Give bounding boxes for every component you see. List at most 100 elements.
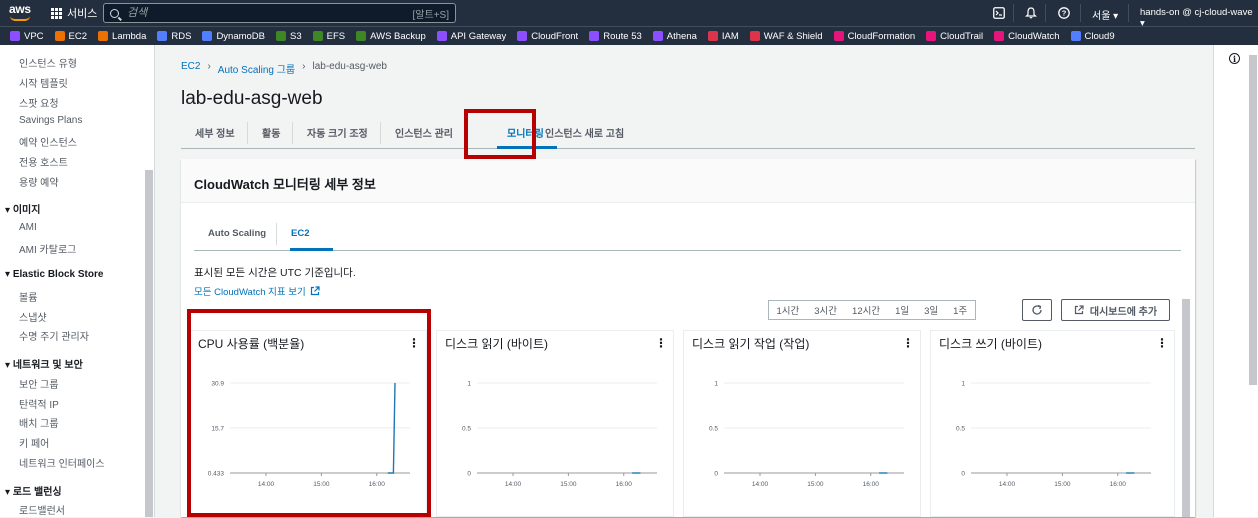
time-range-1w[interactable]: 1주 <box>946 303 975 317</box>
favorite-cloudfront[interactable]: CloudFront <box>517 31 578 42</box>
time-range-1d[interactable]: 1일 <box>888 303 917 317</box>
service-icon <box>436 31 447 41</box>
favorite-route-53[interactable]: Route 53 <box>589 31 642 42</box>
x-tick-label: 16:00 <box>1110 481 1127 488</box>
service-icon <box>707 31 718 41</box>
favorite-lambda[interactable]: Lambda <box>98 31 146 42</box>
tab-automatic-scaling[interactable]: 자동 크기 조정 <box>307 125 368 140</box>
add-to-dashboard-label: 대시보드에 추가 <box>1089 306 1158 318</box>
favorite-label: Cloud9 <box>1084 30 1115 42</box>
favorite-s3[interactable]: S3 <box>276 31 302 42</box>
info-icon[interactable]: i <box>1229 53 1240 64</box>
search-input[interactable] <box>127 7 387 19</box>
sidebar-item-capacity-reservations[interactable]: 용량 예약 <box>19 174 59 189</box>
favorite-efs[interactable]: EFS <box>312 31 345 42</box>
sidebar-item-reserved-instances[interactable]: 예약 인스턴스 <box>19 134 77 149</box>
time-range-3d[interactable]: 3일 <box>917 303 946 317</box>
subtab-auto-scaling[interactable]: Auto Scaling <box>208 228 266 239</box>
tab-details[interactable]: 세부 정보 <box>195 125 235 140</box>
breadcrumb-current: lab-edu-asg-web <box>312 61 387 72</box>
bell-icon[interactable] <box>1022 4 1040 22</box>
favorite-label: WAF & Shield <box>763 30 823 42</box>
y-tick-label: 1 <box>467 381 471 388</box>
service-icon <box>356 31 367 41</box>
favorite-ec2[interactable]: EC2 <box>54 31 87 42</box>
favorite-label: CloudFront <box>531 30 579 42</box>
page-scrollbar[interactable] <box>1249 55 1257 385</box>
breadcrumb-asg[interactable]: Auto Scaling 그룹 <box>218 61 295 76</box>
favorite-vpc[interactable]: VPC <box>10 31 44 42</box>
panel-title: CloudWatch 모니터링 세부 정보 <box>181 159 1195 203</box>
favorite-aws-backup[interactable]: AWS Backup <box>356 31 426 42</box>
tab-instance-refresh[interactable]: 인스턴스 새로 고침 <box>545 125 624 140</box>
breadcrumb-ec2[interactable]: EC2 <box>181 61 200 76</box>
sidebar-item-elastic-ips[interactable]: 탄력적 IP <box>19 396 59 411</box>
kebab-menu-icon[interactable]: ⋮ <box>1156 336 1168 350</box>
sidebar-section-network-security[interactable]: ▾ 네트워크 및 보안 <box>5 356 83 371</box>
favorite-rds[interactable]: RDS <box>157 31 191 42</box>
widgets-scrollbar[interactable] <box>1182 299 1190 517</box>
sidebar-item-savings-plans[interactable]: Savings Plans <box>19 115 82 126</box>
y-tick-label: 0 <box>467 471 471 478</box>
sidebar-item-snapshots[interactable]: 스냅샷 <box>19 309 47 324</box>
favorite-iam[interactable]: IAM <box>707 31 739 42</box>
kebab-menu-icon[interactable]: ⋮ <box>655 336 667 350</box>
search-icon <box>110 8 119 18</box>
sidebar-section-ebs[interactable]: ▾ Elastic Block Store <box>5 269 103 280</box>
time-range-1h[interactable]: 1시간 <box>769 303 807 317</box>
services-menu-button[interactable]: 서비스 <box>51 5 97 21</box>
sidebar-item-dedicated-hosts[interactable]: 전용 호스트 <box>19 154 68 169</box>
favorite-cloudwatch[interactable]: CloudWatch <box>994 31 1060 42</box>
sidebar-item-placement-groups[interactable]: 배치 그룹 <box>19 415 59 430</box>
sidebar-item-security-groups[interactable]: 보안 그룹 <box>19 376 59 391</box>
cloudwatch-metrics-link[interactable]: 모든 CloudWatch 지표 보기 <box>194 284 320 298</box>
sidebar-section-load-balancing[interactable]: ▾ 로드 밸런싱 <box>5 483 62 498</box>
sidebar-item-load-balancers[interactable]: 로드밸런서 <box>19 502 65 517</box>
refresh-button[interactable] <box>1022 299 1052 321</box>
tab-instance-management[interactable]: 인스턴스 관리 <box>395 125 453 140</box>
disk-write-bytes-chart: 1 0.5 0 14:00 15:00 16:00 <box>956 381 1151 488</box>
sidebar-item-key-pairs[interactable]: 키 페어 <box>19 435 49 450</box>
sidebar-item-network-interfaces[interactable]: 네트워크 인터페이스 <box>19 455 105 470</box>
sidebar-scrollbar[interactable] <box>145 170 153 517</box>
time-range-3h[interactable]: 3시간 <box>807 303 845 317</box>
help-icon[interactable]: ? <box>1055 4 1073 22</box>
favorite-cloudtrail[interactable]: CloudTrail <box>926 31 983 42</box>
favorite-dynamodb[interactable]: DynamoDB <box>202 31 265 42</box>
add-to-dashboard-button[interactable]: 대시보드에 추가 <box>1061 299 1170 321</box>
sidebar-item-lifecycle-manager[interactable]: 수명 주기 관리자 <box>19 328 89 343</box>
sidebar-item-volumes[interactable]: 볼륨 <box>19 289 37 304</box>
aws-logo[interactable]: aws <box>9 3 33 23</box>
region-selector[interactable]: 서울 ▾ <box>1092 7 1118 22</box>
widget-disk-read-bytes: 디스크 읽기 (바이트) ⋮ 1 0.5 0 14:00 15:00 16:00 <box>436 330 674 517</box>
favorite-label: Athena <box>666 30 697 42</box>
widget-title: 디스크 읽기 작업 (작업) <box>692 337 810 351</box>
time-range-12h[interactable]: 12시간 <box>845 303 888 317</box>
favorite-label: DynamoDB <box>216 30 266 42</box>
sidebar-item-instance-types[interactable]: 인스턴스 유형 <box>19 55 77 70</box>
external-link-icon <box>1074 305 1084 315</box>
tab-activity[interactable]: 활동 <box>262 125 280 140</box>
favorite-api-gateway[interactable]: API Gateway <box>436 31 506 42</box>
subtab-ec2[interactable]: EC2 <box>291 228 309 239</box>
y-tick-label: 0.5 <box>462 426 471 433</box>
x-tick-label: 14:00 <box>505 481 522 488</box>
favorite-cloudformation[interactable]: CloudFormation <box>833 31 915 42</box>
favorite-label: RDS <box>171 30 192 42</box>
kebab-menu-icon[interactable]: ⋮ <box>902 336 914 350</box>
sidebar-item-spot-requests[interactable]: 스팟 요청 <box>19 95 59 110</box>
sidebar-item-ami[interactable]: AMI <box>19 222 37 233</box>
sidebar-section-images[interactable]: ▾ 이미지 <box>5 201 40 216</box>
favorite-waf-shield[interactable]: WAF & Shield <box>749 30 823 42</box>
search-box[interactable]: [알트+S] <box>103 3 456 23</box>
favorite-athena[interactable]: Athena <box>652 30 697 42</box>
search-shortcut-hint: [알트+S] <box>412 9 449 21</box>
refresh-icon <box>1032 304 1042 315</box>
sidebar-item-ami-catalog[interactable]: AMI 카탈로그 <box>19 241 76 256</box>
sidebar-item-launch-templates[interactable]: 시작 템플릿 <box>19 75 68 90</box>
favorite-cloud9[interactable]: Cloud9 <box>1070 30 1115 42</box>
tab-bar: 세부 정보 활동 자동 크기 조정 인스턴스 관리 모니터링 인스턴스 새로 고… <box>181 118 1195 149</box>
external-link-icon <box>310 286 320 296</box>
cloudshell-icon[interactable] <box>990 4 1008 22</box>
y-tick-label: 0 <box>961 471 965 478</box>
